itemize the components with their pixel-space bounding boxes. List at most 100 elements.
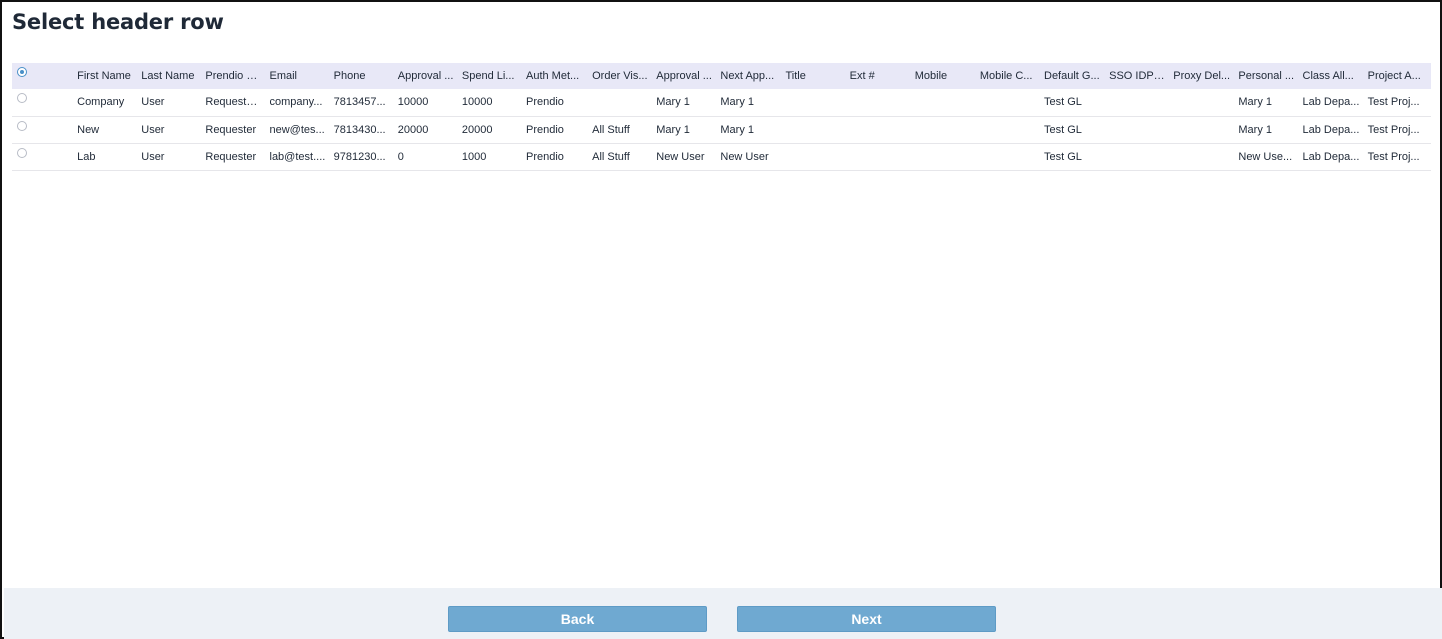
table-cell: Mary 1 xyxy=(1238,123,1272,136)
column-header: Auth Met... xyxy=(526,70,580,82)
table-cell xyxy=(782,116,846,143)
column-header: Next App... xyxy=(720,70,775,82)
column-header: Proxy Del... xyxy=(1173,70,1231,82)
column-header: Phone xyxy=(333,70,366,82)
table-cell xyxy=(588,89,652,116)
table-cell: Test Proj... xyxy=(1367,123,1420,136)
table-cell: User xyxy=(141,150,165,163)
page-title: Select header row xyxy=(12,10,224,34)
table-cell: New xyxy=(77,123,100,136)
table-cell: Test Proj... xyxy=(1367,96,1420,109)
column-header: First Name xyxy=(77,70,131,82)
radio-unselected-icon[interactable] xyxy=(17,120,27,131)
import-dialog: Select header row First Name Last Name Pre… xyxy=(0,0,1442,639)
column-header: Project A... xyxy=(1367,70,1421,82)
table-row[interactable]: Company User Requeste... company... 7813457.… xyxy=(12,89,1431,116)
table-cell: 9781230... xyxy=(333,150,386,163)
column-header: Class All... xyxy=(1302,70,1354,82)
back-button[interactable]: Back xyxy=(448,606,707,632)
table-cell xyxy=(1169,143,1234,170)
table-cell: 10000 xyxy=(461,96,493,109)
table-cell: Mary 1 xyxy=(720,96,754,109)
row-selector[interactable] xyxy=(12,143,73,170)
radio-unselected-icon[interactable] xyxy=(17,147,27,158)
table-cell: Prendio xyxy=(526,96,564,109)
next-button[interactable]: Next xyxy=(737,606,996,632)
header-row-selector[interactable] xyxy=(12,63,73,89)
table-cell: 20000 xyxy=(397,123,429,136)
footer-bar: Back Next xyxy=(4,588,1442,639)
table-cell: All Stuff xyxy=(592,150,630,163)
table-cell: Lab Depa... xyxy=(1302,123,1360,136)
table-cell: Mary 1 xyxy=(656,96,690,109)
table-cell: Mary 1 xyxy=(1238,96,1272,109)
table-cell xyxy=(976,116,1040,143)
table-cell: lab@test.... xyxy=(269,150,326,163)
table-cell: Mary 1 xyxy=(656,123,690,136)
table-row[interactable]: New User Requester new@tes... 7813430... 2000… xyxy=(12,116,1431,143)
column-header: Ext # xyxy=(849,70,875,82)
column-header: Approval ... xyxy=(397,70,454,82)
table-cell xyxy=(846,89,911,116)
column-header: Last Name xyxy=(141,70,195,82)
table-cell: All Stuff xyxy=(592,123,630,136)
table-cell xyxy=(911,89,976,116)
table-body: Company User Requeste... company... 7813457.… xyxy=(12,89,1431,170)
table-cell: 7813457... xyxy=(333,96,386,109)
table-cell: Test GL xyxy=(1044,96,1082,109)
table-cell: User xyxy=(141,123,165,136)
table-cell xyxy=(976,143,1040,170)
table-cell xyxy=(846,116,911,143)
table-cell: 1000 xyxy=(461,150,487,163)
table-cell xyxy=(1105,143,1169,170)
table-cell xyxy=(911,143,976,170)
header-row[interactable]: First Name Last Name Prendio R... Email Phon… xyxy=(12,63,1431,89)
table-cell: User xyxy=(141,96,165,109)
table-cell: Requester xyxy=(205,123,257,136)
table-cell: Test Proj... xyxy=(1367,150,1420,163)
column-header: Spend Li... xyxy=(461,70,515,82)
table-cell: New User xyxy=(720,150,769,163)
column-header: Approval ... xyxy=(656,70,712,82)
table-cell xyxy=(911,116,976,143)
table-cell: 0 xyxy=(397,150,404,163)
data-table: First Name Last Name Prendio R... Email Phon… xyxy=(12,63,1431,171)
table-cell xyxy=(1105,89,1169,116)
table-cell: Test GL xyxy=(1044,150,1082,163)
table-cell: 10000 xyxy=(397,96,429,109)
column-header: Default G... xyxy=(1044,70,1100,82)
column-header: Personal ... xyxy=(1238,70,1295,82)
row-selector[interactable] xyxy=(12,116,73,143)
table-cell: new@tes... xyxy=(269,123,325,136)
table-cell xyxy=(976,89,1040,116)
table-cell: New User xyxy=(656,150,705,163)
column-header: Title xyxy=(785,70,806,82)
table-cell: Lab xyxy=(77,150,96,163)
row-selector[interactable] xyxy=(12,89,73,116)
column-header: Mobile C... xyxy=(979,70,1033,82)
table-cell: Prendio xyxy=(526,150,564,163)
table-cell: company... xyxy=(269,96,323,109)
column-header: SSO IDP ... xyxy=(1109,70,1166,82)
table-cell: Prendio xyxy=(526,123,564,136)
table-cell: Requeste... xyxy=(205,96,262,109)
radio-unselected-icon[interactable] xyxy=(17,93,27,104)
table-cell: Company xyxy=(77,96,125,109)
table-row[interactable]: Lab User Requester lab@test.... 9781230... 0 1… xyxy=(12,143,1431,170)
table-cell xyxy=(1169,116,1234,143)
table-cell: Test GL xyxy=(1044,123,1082,136)
table-cell: 20000 xyxy=(461,123,493,136)
column-header: Mobile xyxy=(914,70,948,82)
table-cell: Lab Depa... xyxy=(1302,150,1360,163)
table-cell xyxy=(782,143,846,170)
table-cell: Lab Depa... xyxy=(1302,96,1360,109)
column-header: Order Vis... xyxy=(592,70,648,82)
column-header: Prendio R... xyxy=(205,70,264,82)
table-cell: New Use... xyxy=(1238,150,1293,163)
table-cell: 7813430... xyxy=(333,123,386,136)
table-cell: Requester xyxy=(205,150,257,163)
table-cell: Mary 1 xyxy=(720,123,754,136)
table-cell xyxy=(1169,89,1234,116)
table-cell xyxy=(782,89,846,116)
radio-selected-icon[interactable] xyxy=(17,67,27,78)
